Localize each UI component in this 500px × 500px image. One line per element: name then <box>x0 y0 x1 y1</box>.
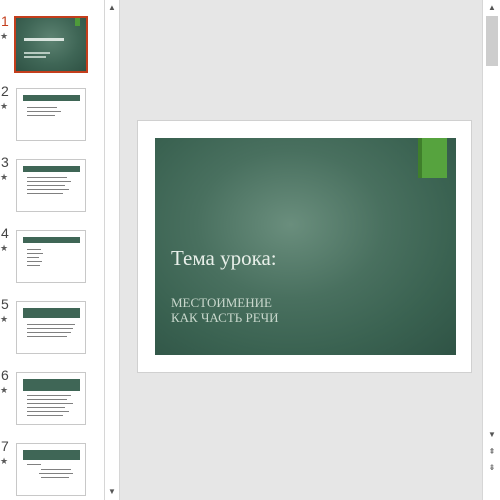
scroll-up-icon[interactable]: ▲ <box>105 0 119 16</box>
slide-number: 6 <box>1 367 9 383</box>
thumbnail-slide-4[interactable]: 4 ★ <box>0 225 104 292</box>
slide-thumbnail-panel: 1 ★ 2 ★ 3 ★ 4 ★ 5 ★ 6 ★ 7 ★ <box>0 0 104 500</box>
slide-number: 3 <box>1 154 9 170</box>
scroll-down-icon[interactable]: ▼ <box>485 428 499 442</box>
thumbnail-slide-1[interactable]: 1 ★ <box>0 13 104 80</box>
animation-star-icon: ★ <box>0 243 9 253</box>
slide-thumbnail[interactable] <box>16 159 86 212</box>
slide-number: 5 <box>1 296 9 312</box>
animation-star-icon: ★ <box>0 314 9 324</box>
slide-thumbnail[interactable] <box>16 230 86 283</box>
thumbnail-slide-3[interactable]: 3 ★ <box>0 154 104 221</box>
slide-number: 7 <box>1 438 9 454</box>
slide-thumbnail[interactable] <box>16 372 86 425</box>
thumbnail-slide-5[interactable]: 5 ★ <box>0 296 104 363</box>
thumbnail-preview <box>17 231 85 282</box>
thumbnail-preview <box>17 444 85 495</box>
animation-star-icon: ★ <box>0 101 9 111</box>
thumbnail-preview <box>17 160 85 211</box>
animation-star-icon: ★ <box>0 172 9 182</box>
scroll-down-icon[interactable]: ▼ <box>105 484 119 500</box>
slide-subtitle[interactable]: МЕСТОИМЕНИЕ КАК ЧАСТЬ РЕЧИ <box>171 295 279 325</box>
slide-number: 1 <box>1 13 9 29</box>
vertical-scrollbar[interactable]: ▲ ▼ ⇞ ⇟ <box>482 0 500 500</box>
thumbnail-preview <box>17 302 85 353</box>
previous-slide-icon[interactable]: ⇞ <box>485 445 499 459</box>
thumbnail-scrollbar[interactable]: ▲ ▼ <box>104 0 120 500</box>
scrollbar-thumb[interactable] <box>486 16 498 66</box>
slide-title[interactable]: Тема урока: <box>171 246 277 271</box>
subtitle-line: МЕСТОИМЕНИЕ <box>171 295 272 310</box>
powerpoint-editor: 1 ★ 2 ★ 3 ★ 4 ★ 5 ★ 6 ★ 7 ★ ▲ ▼ Тема уро… <box>0 0 500 500</box>
slide-thumbnail[interactable] <box>14 16 88 73</box>
animation-star-icon: ★ <box>0 456 9 466</box>
thumbnail-slide-6[interactable]: 6 ★ <box>0 367 104 434</box>
next-slide-icon[interactable]: ⇟ <box>485 461 499 475</box>
slide-number: 2 <box>1 83 9 99</box>
green-tag-decoration <box>418 138 447 178</box>
slide-number: 4 <box>1 225 9 241</box>
thumbnail-slide-2[interactable]: 2 ★ <box>0 83 104 150</box>
slide-editing-pane: Тема урока: МЕСТОИМЕНИЕ КАК ЧАСТЬ РЕЧИ <box>126 0 482 500</box>
animation-star-icon: ★ <box>0 31 9 41</box>
slide-thumbnail[interactable] <box>16 443 86 496</box>
slide-thumbnail[interactable] <box>16 301 86 354</box>
scroll-up-icon[interactable]: ▲ <box>485 1 499 15</box>
animation-star-icon: ★ <box>0 385 9 395</box>
slide-thumbnail[interactable] <box>16 88 86 141</box>
slide-canvas: Тема урока: МЕСТОИМЕНИЕ КАК ЧАСТЬ РЕЧИ <box>137 120 472 373</box>
thumbnail-preview <box>17 373 85 424</box>
thumbnail-preview <box>16 18 86 71</box>
subtitle-line: КАК ЧАСТЬ РЕЧИ <box>171 310 279 325</box>
current-slide[interactable]: Тема урока: МЕСТОИМЕНИЕ КАК ЧАСТЬ РЕЧИ <box>155 138 456 355</box>
thumbnail-preview <box>17 89 85 140</box>
thumbnail-slide-7[interactable]: 7 ★ <box>0 438 104 500</box>
